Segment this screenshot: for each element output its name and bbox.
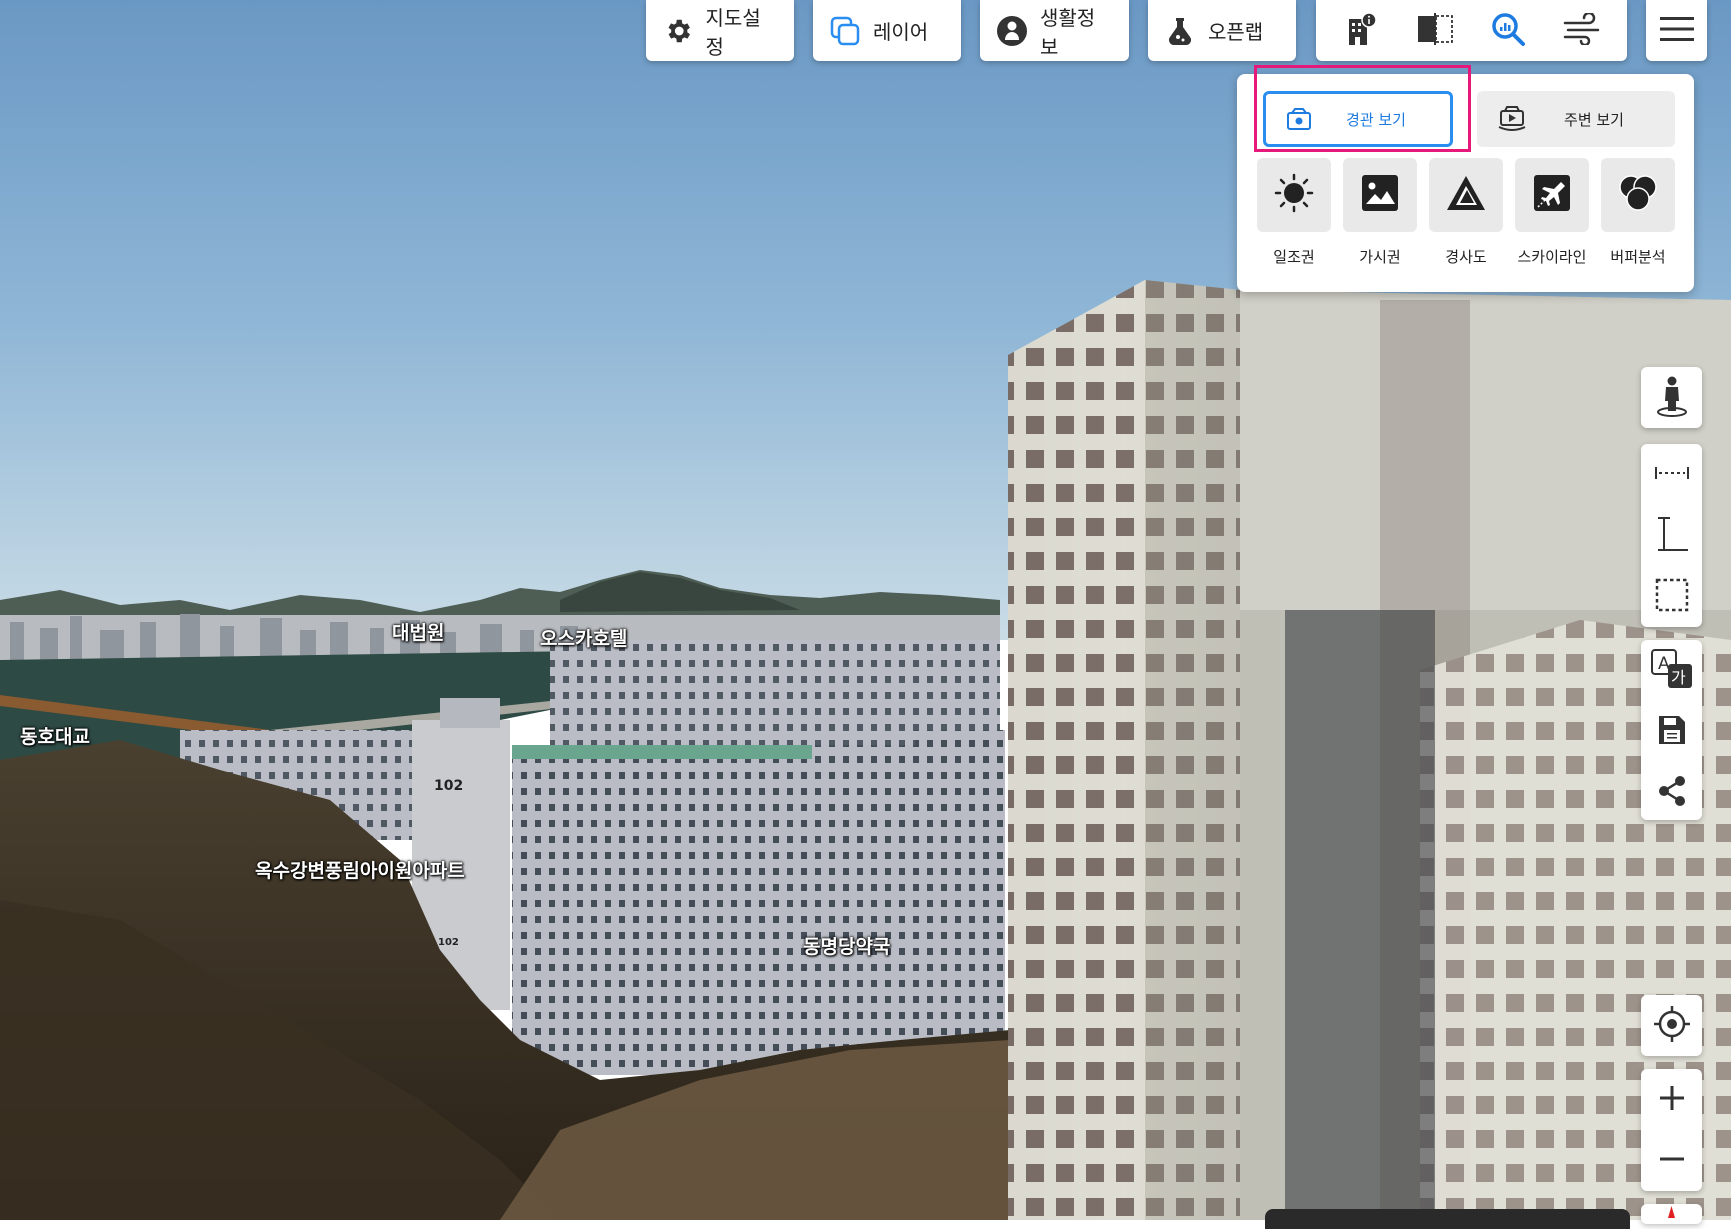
wind-button[interactable] bbox=[1558, 7, 1606, 55]
tool-buffer[interactable]: 버퍼분석 bbox=[1601, 158, 1675, 267]
save-icon bbox=[1657, 714, 1687, 750]
layer-label: 레이어 bbox=[873, 20, 929, 44]
analysis-search-icon bbox=[1490, 11, 1526, 51]
measure-area-button[interactable] bbox=[1641, 566, 1702, 627]
share-button[interactable] bbox=[1641, 762, 1702, 823]
person-icon bbox=[1655, 375, 1689, 421]
tab-landscape-view-label: 경관 보기 bbox=[1346, 110, 1406, 129]
flask-icon bbox=[1164, 15, 1196, 47]
skyline-plane-icon bbox=[1532, 173, 1572, 217]
share-icon bbox=[1656, 775, 1688, 811]
street-view-card bbox=[1641, 367, 1702, 428]
tool-visibility-label: 가시권 bbox=[1359, 248, 1401, 266]
analysis-panel: 경관 보기 주변 보기 일조권 가시권 경사도 스카이라인 버퍼분석 bbox=[1237, 74, 1694, 292]
tool-slope[interactable]: 경사도 bbox=[1429, 158, 1503, 267]
map-settings-button[interactable]: 지도설정 bbox=[646, 0, 794, 61]
split-view-icon bbox=[1416, 12, 1454, 50]
svg-text:가: 가 bbox=[1671, 668, 1686, 687]
slope-triangle-icon bbox=[1445, 174, 1487, 216]
zoom-in-button[interactable] bbox=[1641, 1069, 1702, 1130]
life-info-label: 생활정보 bbox=[1040, 5, 1096, 59]
building-info-icon bbox=[1343, 11, 1379, 51]
sun-icon bbox=[1274, 173, 1314, 217]
locate-icon bbox=[1653, 1005, 1691, 1047]
minus-icon bbox=[1658, 1145, 1686, 1177]
tool-sunlight[interactable]: 일조권 bbox=[1257, 158, 1331, 267]
hamburger-icon bbox=[1659, 15, 1694, 47]
area-select-icon bbox=[1655, 578, 1689, 616]
ruler-vertical-icon bbox=[1655, 515, 1689, 557]
locate-button[interactable] bbox=[1641, 995, 1702, 1056]
measure-tools-card bbox=[1641, 444, 1702, 627]
translate-icon: A가 bbox=[1650, 648, 1694, 694]
utility-tools-card: A가 bbox=[1641, 640, 1702, 820]
map-label-pharmacy[interactable]: 동명당약국 bbox=[803, 932, 890, 959]
map-label-hotel[interactable]: 오스카호텔 bbox=[540, 624, 627, 651]
status-bar bbox=[1265, 1209, 1630, 1229]
measure-distance-button[interactable] bbox=[1641, 444, 1702, 505]
layer-button[interactable]: 레이어 bbox=[813, 0, 961, 61]
locate-card bbox=[1641, 995, 1702, 1056]
zoom-out-button[interactable] bbox=[1641, 1130, 1702, 1191]
tab-surrounding-view[interactable]: 주변 보기 bbox=[1477, 91, 1675, 147]
tool-visibility[interactable]: 가시권 bbox=[1343, 158, 1417, 267]
tool-group bbox=[1316, 0, 1627, 61]
compass-icon bbox=[1641, 1204, 1702, 1220]
gear-icon bbox=[662, 15, 694, 47]
save-button[interactable] bbox=[1641, 701, 1702, 762]
building-number-label-low: 102 bbox=[438, 937, 459, 948]
open-lab-button[interactable]: 오픈랩 bbox=[1148, 0, 1296, 61]
translate-button[interactable]: A가 bbox=[1641, 640, 1702, 701]
building-number-label: 102 bbox=[434, 778, 464, 794]
map-label-court[interactable]: 대법원 bbox=[392, 618, 444, 645]
map-label-apartment[interactable]: 옥수강변풍림아이원아파트 bbox=[255, 856, 465, 883]
tool-slope-label: 경사도 bbox=[1445, 248, 1487, 266]
measure-height-button[interactable] bbox=[1641, 505, 1702, 566]
zoom-card bbox=[1641, 1069, 1702, 1191]
tab-surrounding-view-label: 주변 보기 bbox=[1564, 110, 1624, 129]
wind-icon bbox=[1562, 11, 1602, 49]
map-label-bridge[interactable]: 동호대교 bbox=[20, 722, 90, 749]
split-view-button[interactable] bbox=[1411, 7, 1459, 55]
person-circle-icon bbox=[996, 15, 1028, 47]
tool-skyline-label: 스카이라인 bbox=[1517, 248, 1587, 266]
menu-button[interactable] bbox=[1646, 0, 1707, 61]
tool-sunlight-label: 일조권 bbox=[1273, 248, 1315, 266]
tool-buffer-label: 버퍼분석 bbox=[1610, 248, 1666, 266]
tool-skyline[interactable]: 스카이라인 bbox=[1515, 158, 1589, 267]
buffer-circles-icon bbox=[1617, 173, 1659, 217]
compass-card[interactable] bbox=[1641, 1204, 1702, 1224]
image-icon bbox=[1360, 173, 1400, 217]
street-view-button[interactable] bbox=[1641, 367, 1702, 428]
tab-landscape-view[interactable]: 경관 보기 bbox=[1263, 91, 1453, 147]
building-info-button[interactable] bbox=[1337, 7, 1385, 55]
map-settings-label: 지도설정 bbox=[705, 5, 761, 59]
ruler-horizontal-icon bbox=[1654, 463, 1690, 487]
plus-icon bbox=[1658, 1084, 1686, 1116]
analysis-button[interactable] bbox=[1484, 7, 1532, 55]
layers-icon bbox=[829, 15, 861, 47]
life-info-button[interactable]: 생활정보 bbox=[980, 0, 1129, 61]
open-lab-label: 오픈랩 bbox=[1208, 20, 1264, 44]
